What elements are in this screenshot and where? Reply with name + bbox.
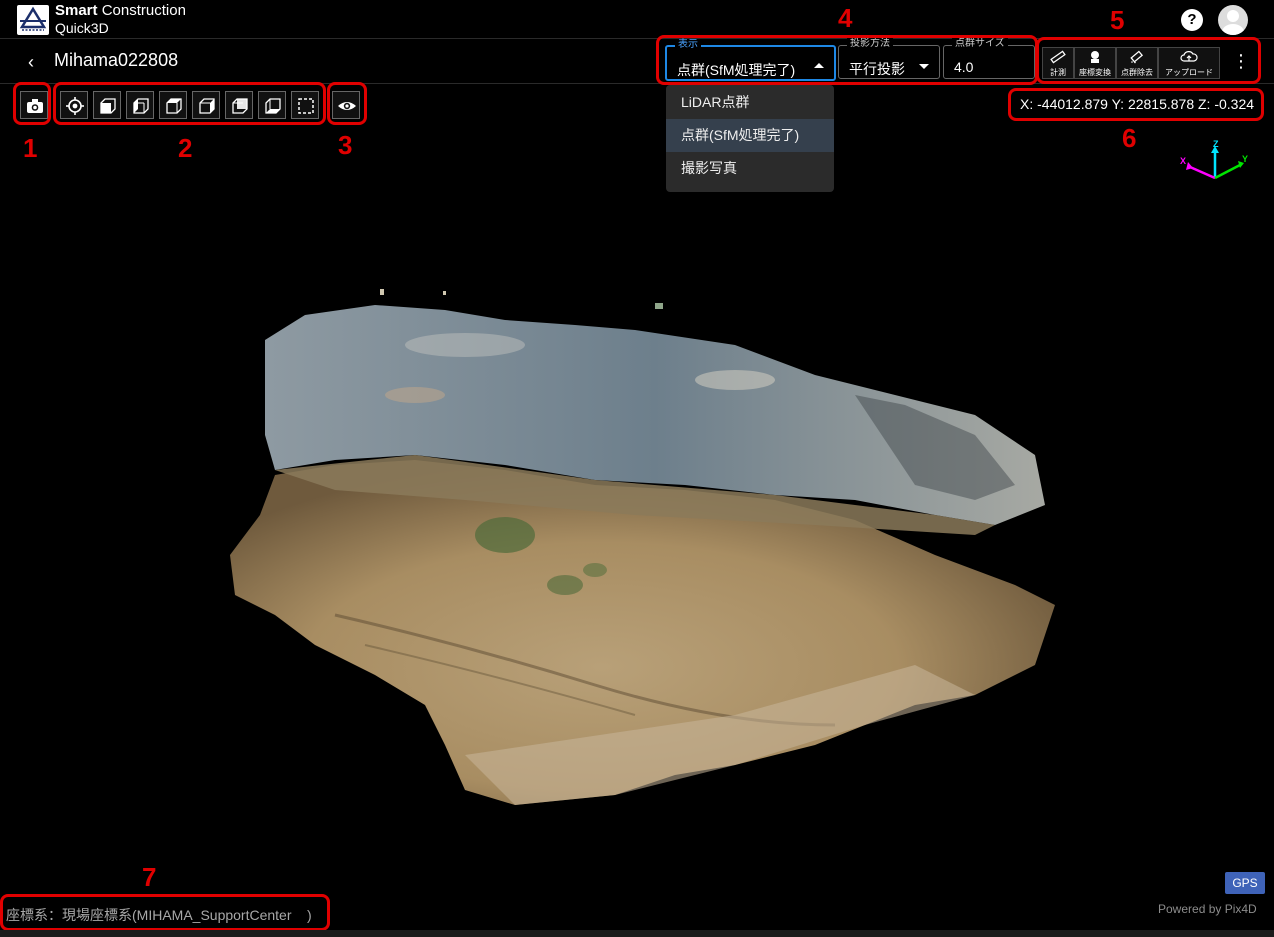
point-cloud-viewport[interactable] <box>215 285 1075 820</box>
dropdown-item-lidar[interactable]: LiDAR点群 <box>666 86 834 119</box>
axis-z-label: Z <box>1213 140 1219 149</box>
gps-button[interactable]: GPS <box>1225 872 1265 894</box>
annotation-box-3 <box>327 82 367 125</box>
annotation-box-6 <box>1008 88 1264 121</box>
dropdown-item-sfm[interactable]: 点群(SfM処理完了) <box>666 119 834 152</box>
annotation-box-2 <box>53 82 326 125</box>
annotation-number-1: 1 <box>23 133 38 163</box>
horizontal-scrollbar[interactable] <box>0 930 1274 937</box>
brand-product: Quick3D <box>55 20 109 36</box>
axis-y-label: Y <box>1242 154 1248 164</box>
help-icon[interactable]: ? <box>1181 9 1203 31</box>
coordinate-system-label: 座標系：現場座標系(MIHAMA_SupportCenter ) <box>6 907 312 923</box>
app-logo <box>17 5 49 35</box>
annotation-number-5: 5 <box>1110 5 1125 35</box>
avatar[interactable] <box>1218 5 1248 35</box>
annotation-box-1 <box>13 82 51 125</box>
annotation-box-5 <box>1036 37 1261 84</box>
axis-x-label: X <box>1180 156 1186 166</box>
powered-by-label: Powered by Pix4D <box>1158 902 1257 916</box>
annotation-number-7: 7 <box>142 862 157 892</box>
display-dropdown-menu: LiDAR点群 点群(SfM処理完了) 撮影写真 <box>666 85 834 192</box>
page-title: Mihama022808 <box>54 50 179 70</box>
dropdown-item-photos[interactable]: 撮影写真 <box>666 152 834 185</box>
brand-name: Smart Construction <box>55 2 186 19</box>
annotation-number-4: 4 <box>838 3 853 33</box>
app-header: Smart Construction Quick3D ? <box>0 0 1274 39</box>
axis-gizmo: Z X Y <box>1178 139 1252 187</box>
annotation-number-3: 3 <box>338 130 353 160</box>
annotation-number-2: 2 <box>178 133 193 163</box>
annotation-box-4 <box>656 35 1038 85</box>
annotation-number-6: 6 <box>1122 123 1137 153</box>
back-icon[interactable]: ‹ <box>28 52 34 73</box>
